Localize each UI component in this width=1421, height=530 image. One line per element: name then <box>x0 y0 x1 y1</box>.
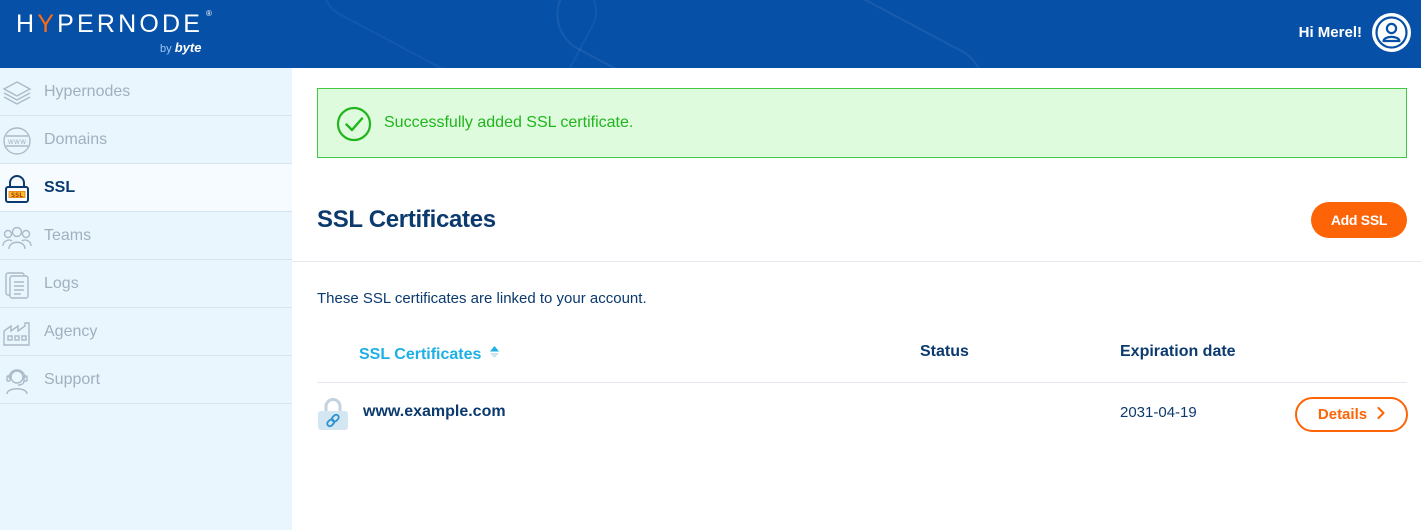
team-icon <box>2 222 32 252</box>
sidebar-item-label: Hypernodes <box>44 82 131 100</box>
details-button[interactable]: Details <box>1295 397 1408 432</box>
sidebar-item-label: Domains <box>44 130 108 148</box>
agency-icon <box>2 318 32 348</box>
sidebar-item-hypernodes[interactable]: Hypernodes <box>0 68 292 116</box>
www-globe-icon: www <box>2 126 32 156</box>
column-header-ssl-certificates[interactable]: SSL Certificates <box>359 345 500 364</box>
svg-text:www: www <box>8 137 26 146</box>
sidebar-item-label: Teams <box>44 226 92 244</box>
sidebar-item-label: SSL <box>44 178 76 196</box>
add-ssl-button[interactable]: Add SSL <box>1311 202 1407 238</box>
certificate-domain[interactable]: www.example.com <box>363 403 506 421</box>
sidebar-item-agency[interactable]: Agency <box>0 308 292 356</box>
success-alert: Successfully added SSL certificate. <box>317 88 1407 158</box>
support-icon <box>2 366 32 396</box>
sidebar-item-domains[interactable]: www Domains <box>0 116 292 164</box>
sidebar-item-label: Support <box>44 370 101 388</box>
hypernode-logo[interactable]: HYPERNODE ® by byte <box>16 9 212 55</box>
header-decoration <box>542 0 998 68</box>
logs-icon <box>2 270 32 300</box>
layers-icon <box>2 78 32 108</box>
top-header: HYPERNODE ® by byte Hi Merel! <box>0 0 1421 68</box>
details-button-label: Details <box>1317 406 1368 423</box>
page-title: SSL Certificates <box>317 206 496 233</box>
column-header-label: SSL Certificates <box>359 345 482 363</box>
linked-lock-icon <box>317 397 349 436</box>
sidebar-nav: Hypernodes www Domains SSL SSL Teams Log… <box>0 68 292 530</box>
svg-text:SSL: SSL <box>11 192 23 199</box>
user-circle-icon[interactable] <box>1372 13 1411 52</box>
logo-registered-mark: ® <box>206 9 212 18</box>
sidebar-item-label: Agency <box>44 322 98 340</box>
chevron-right-icon <box>1377 406 1385 423</box>
expiration-date: 2031-04-19 <box>1120 404 1197 421</box>
logo-wordmark: HYPERNODE <box>16 10 204 38</box>
sidebar-item-logs[interactable]: Logs <box>0 260 292 308</box>
column-header-expiration-date: Expiration date <box>1120 343 1236 360</box>
user-greeting: Hi Merel! <box>1298 24 1362 41</box>
sidebar-item-teams[interactable]: Teams <box>0 212 292 260</box>
main-content: Successfully added SSL certificate. SSL … <box>292 68 1421 530</box>
logo-byline: by byte <box>160 40 202 55</box>
sidebar-item-support[interactable]: Support <box>0 356 292 404</box>
table-row-divider <box>317 382 1407 383</box>
sort-ascending-icon <box>489 345 500 364</box>
check-circle-icon <box>336 106 372 147</box>
sidebar-item-ssl[interactable]: SSL SSL <box>0 164 292 212</box>
column-header-status: Status <box>920 343 969 360</box>
alert-message: Successfully added SSL certificate. <box>384 114 634 131</box>
page-description: These SSL certificates are linked to you… <box>317 290 647 307</box>
sidebar-item-label: Logs <box>44 274 79 292</box>
section-divider <box>292 261 1421 262</box>
ssl-lock-icon: SSL <box>2 174 32 204</box>
